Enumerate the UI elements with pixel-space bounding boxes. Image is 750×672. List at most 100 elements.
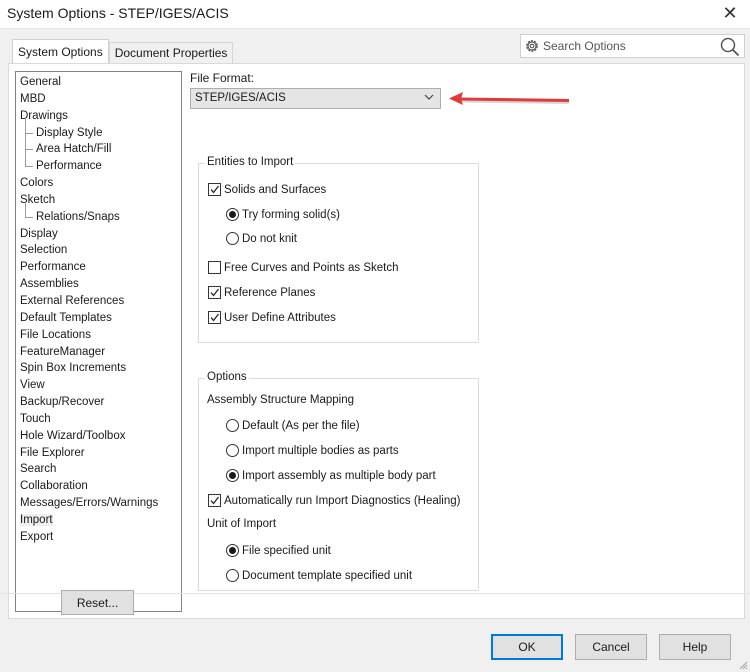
dialog-body: System Options Document Properties Gener… [0, 28, 750, 672]
assembly-structure-mapping-label: Assembly Structure Mapping [207, 394, 355, 406]
radio-unselected[interactable] [226, 419, 239, 432]
options-tree[interactable]: General MBD Drawings Display Style Area Hatc… [15, 71, 182, 612]
radio-unselected[interactable] [226, 232, 239, 245]
entities-legend: Entities to Import [205, 156, 296, 168]
radio-selected[interactable] [226, 544, 239, 557]
options-legend: Options [205, 371, 249, 383]
nav-item[interactable]: Display [16, 226, 181, 243]
nav-item[interactable]: FeatureManager [16, 344, 181, 361]
red-arrow-annotation [449, 92, 570, 105]
nav-item[interactable]: Drawings [16, 108, 181, 125]
tab-document-properties[interactable]: Document Properties [108, 42, 234, 63]
nav-item[interactable]: General [16, 74, 181, 91]
file-specified-unit-radio[interactable]: File specified unit [226, 544, 331, 557]
nav-item-label: Default Templates [20, 311, 112, 324]
nav-item[interactable]: Selection [16, 242, 181, 259]
nav-item[interactable]: Performance [16, 150, 181, 175]
do-not-knit-radio[interactable]: Do not knit [226, 232, 297, 245]
nav-item[interactable]: Display Style [16, 116, 181, 142]
chevron-down-icon [424, 94, 434, 100]
solids-and-surfaces-checkbox[interactable]: Solids and Surfaces [208, 183, 326, 196]
file-format-dropdown[interactable]: STEP/IGES/ACIS [190, 88, 441, 109]
gear-icon[interactable] [524, 38, 540, 54]
search-input[interactable] [543, 39, 713, 53]
options-panel: General MBD Drawings Display Style Area Hatc… [8, 63, 745, 619]
nav-item[interactable]: Sketch [16, 192, 181, 209]
unit-of-import-label: Unit of Import [207, 518, 277, 530]
nav-item[interactable]: Search [16, 461, 181, 478]
nav-item-label: Hole Wizard/Toolbox [20, 429, 126, 442]
import-settings: File Format: STEP/IGES/ACIS Entities to … [189, 64, 744, 618]
radio-unselected[interactable] [226, 569, 239, 582]
radio-unselected[interactable] [226, 444, 239, 457]
checkbox-checked[interactable] [208, 183, 221, 196]
import-multiple-bodies-label: Import multiple bodies as parts [242, 444, 399, 457]
nav-item-label: Import [20, 513, 53, 526]
nav-item[interactable]: Import [16, 512, 181, 529]
nav-item[interactable]: Colors [16, 175, 181, 192]
nav-item[interactable]: Export [16, 529, 181, 546]
nav-item[interactable]: MBD [16, 91, 181, 108]
radio-selected[interactable] [226, 469, 239, 482]
nav-item[interactable]: External References [16, 293, 181, 310]
nav-item[interactable]: Area Hatch/Fill [16, 133, 181, 158]
auto-diagnostics-checkbox[interactable]: Automatically run Import Diagnostics (He… [208, 494, 460, 507]
document-template-unit-radio[interactable]: Document template specified unit [226, 569, 412, 582]
help-button[interactable]: Help [659, 634, 731, 660]
reference-planes-checkbox[interactable]: Reference Planes [208, 286, 315, 299]
nav-item[interactable]: File Locations [16, 327, 181, 344]
checkbox-checked[interactable] [208, 286, 221, 299]
nav-item-label: Colors [20, 177, 54, 190]
checkbox-checked[interactable] [208, 311, 221, 324]
nav-item-label: Drawings [20, 109, 68, 122]
free-curves-checkbox[interactable]: Free Curves and Points as Sketch [208, 261, 399, 274]
nav-item[interactable]: Collaboration [16, 478, 181, 495]
nav-item-label: Export [20, 530, 54, 543]
file-format-value: STEP/IGES/ACIS [195, 92, 286, 104]
checkbox-checked[interactable] [208, 494, 221, 507]
document-template-unit-label: Document template specified unit [242, 569, 413, 582]
nav-item-label: Relations/Snaps [36, 210, 120, 223]
nav-item-label: File Locations [20, 328, 91, 341]
checkbox-unchecked[interactable] [208, 261, 221, 274]
nav-item-label: Performance [36, 160, 102, 173]
user-define-attributes-checkbox[interactable]: User Define Attributes [208, 311, 336, 324]
do-not-knit-label: Do not knit [242, 232, 297, 245]
nav-item[interactable]: Performance [16, 259, 181, 276]
nav-item-label: File Explorer [20, 446, 85, 459]
nav-item-label: Messages/Errors/Warnings [20, 497, 159, 510]
tab-strip: System Options Document Properties [12, 39, 234, 63]
nav-item[interactable]: Relations/Snaps [16, 200, 181, 226]
nav-item[interactable]: Touch [16, 411, 181, 428]
nav-item-label: Search [20, 463, 57, 476]
nav-item[interactable]: View [16, 377, 181, 394]
free-curves-label: Free Curves and Points as Sketch [224, 261, 399, 274]
file-specified-unit-label: File specified unit [242, 544, 331, 557]
resize-grip-icon[interactable] [738, 660, 748, 670]
search-options-box [520, 34, 745, 58]
ok-button[interactable]: OK [491, 634, 563, 660]
close-button[interactable]: ✕ [718, 2, 742, 24]
try-forming-solids-radio[interactable]: Try forming solid(s) [226, 208, 340, 221]
nav-item-label: Assemblies [20, 278, 79, 291]
nav-item[interactable]: Backup/Recover [16, 394, 181, 411]
nav-item[interactable]: Default Templates [16, 310, 181, 327]
try-forming-solids-label: Try forming solid(s) [242, 208, 340, 221]
nav-item[interactable]: Hole Wizard/Toolbox [16, 428, 181, 445]
tab-system-options[interactable]: System Options [12, 39, 109, 63]
reset-button[interactable]: Reset... [61, 590, 134, 615]
nav-item-label: MBD [20, 92, 46, 105]
nav-item[interactable]: Messages/Errors/Warnings [16, 495, 181, 512]
import-multiple-bodies-radio[interactable]: Import multiple bodies as parts [226, 444, 399, 457]
nav-item[interactable]: Spin Box Increments [16, 360, 181, 377]
cancel-button[interactable]: Cancel [575, 634, 647, 660]
radio-selected[interactable] [226, 208, 239, 221]
import-assembly-multibody-radio[interactable]: Import assembly as multiple body part [226, 469, 436, 482]
nav-item-label: Collaboration [20, 480, 88, 493]
search-icon[interactable] [719, 36, 741, 58]
default-as-per-file-label: Default (As per the file) [242, 419, 360, 432]
nav-item[interactable]: Assemblies [16, 276, 181, 293]
import-assembly-multibody-label: Import assembly as multiple body part [242, 469, 436, 482]
default-as-per-file-radio[interactable]: Default (As per the file) [226, 419, 360, 432]
nav-item[interactable]: File Explorer [16, 445, 181, 462]
